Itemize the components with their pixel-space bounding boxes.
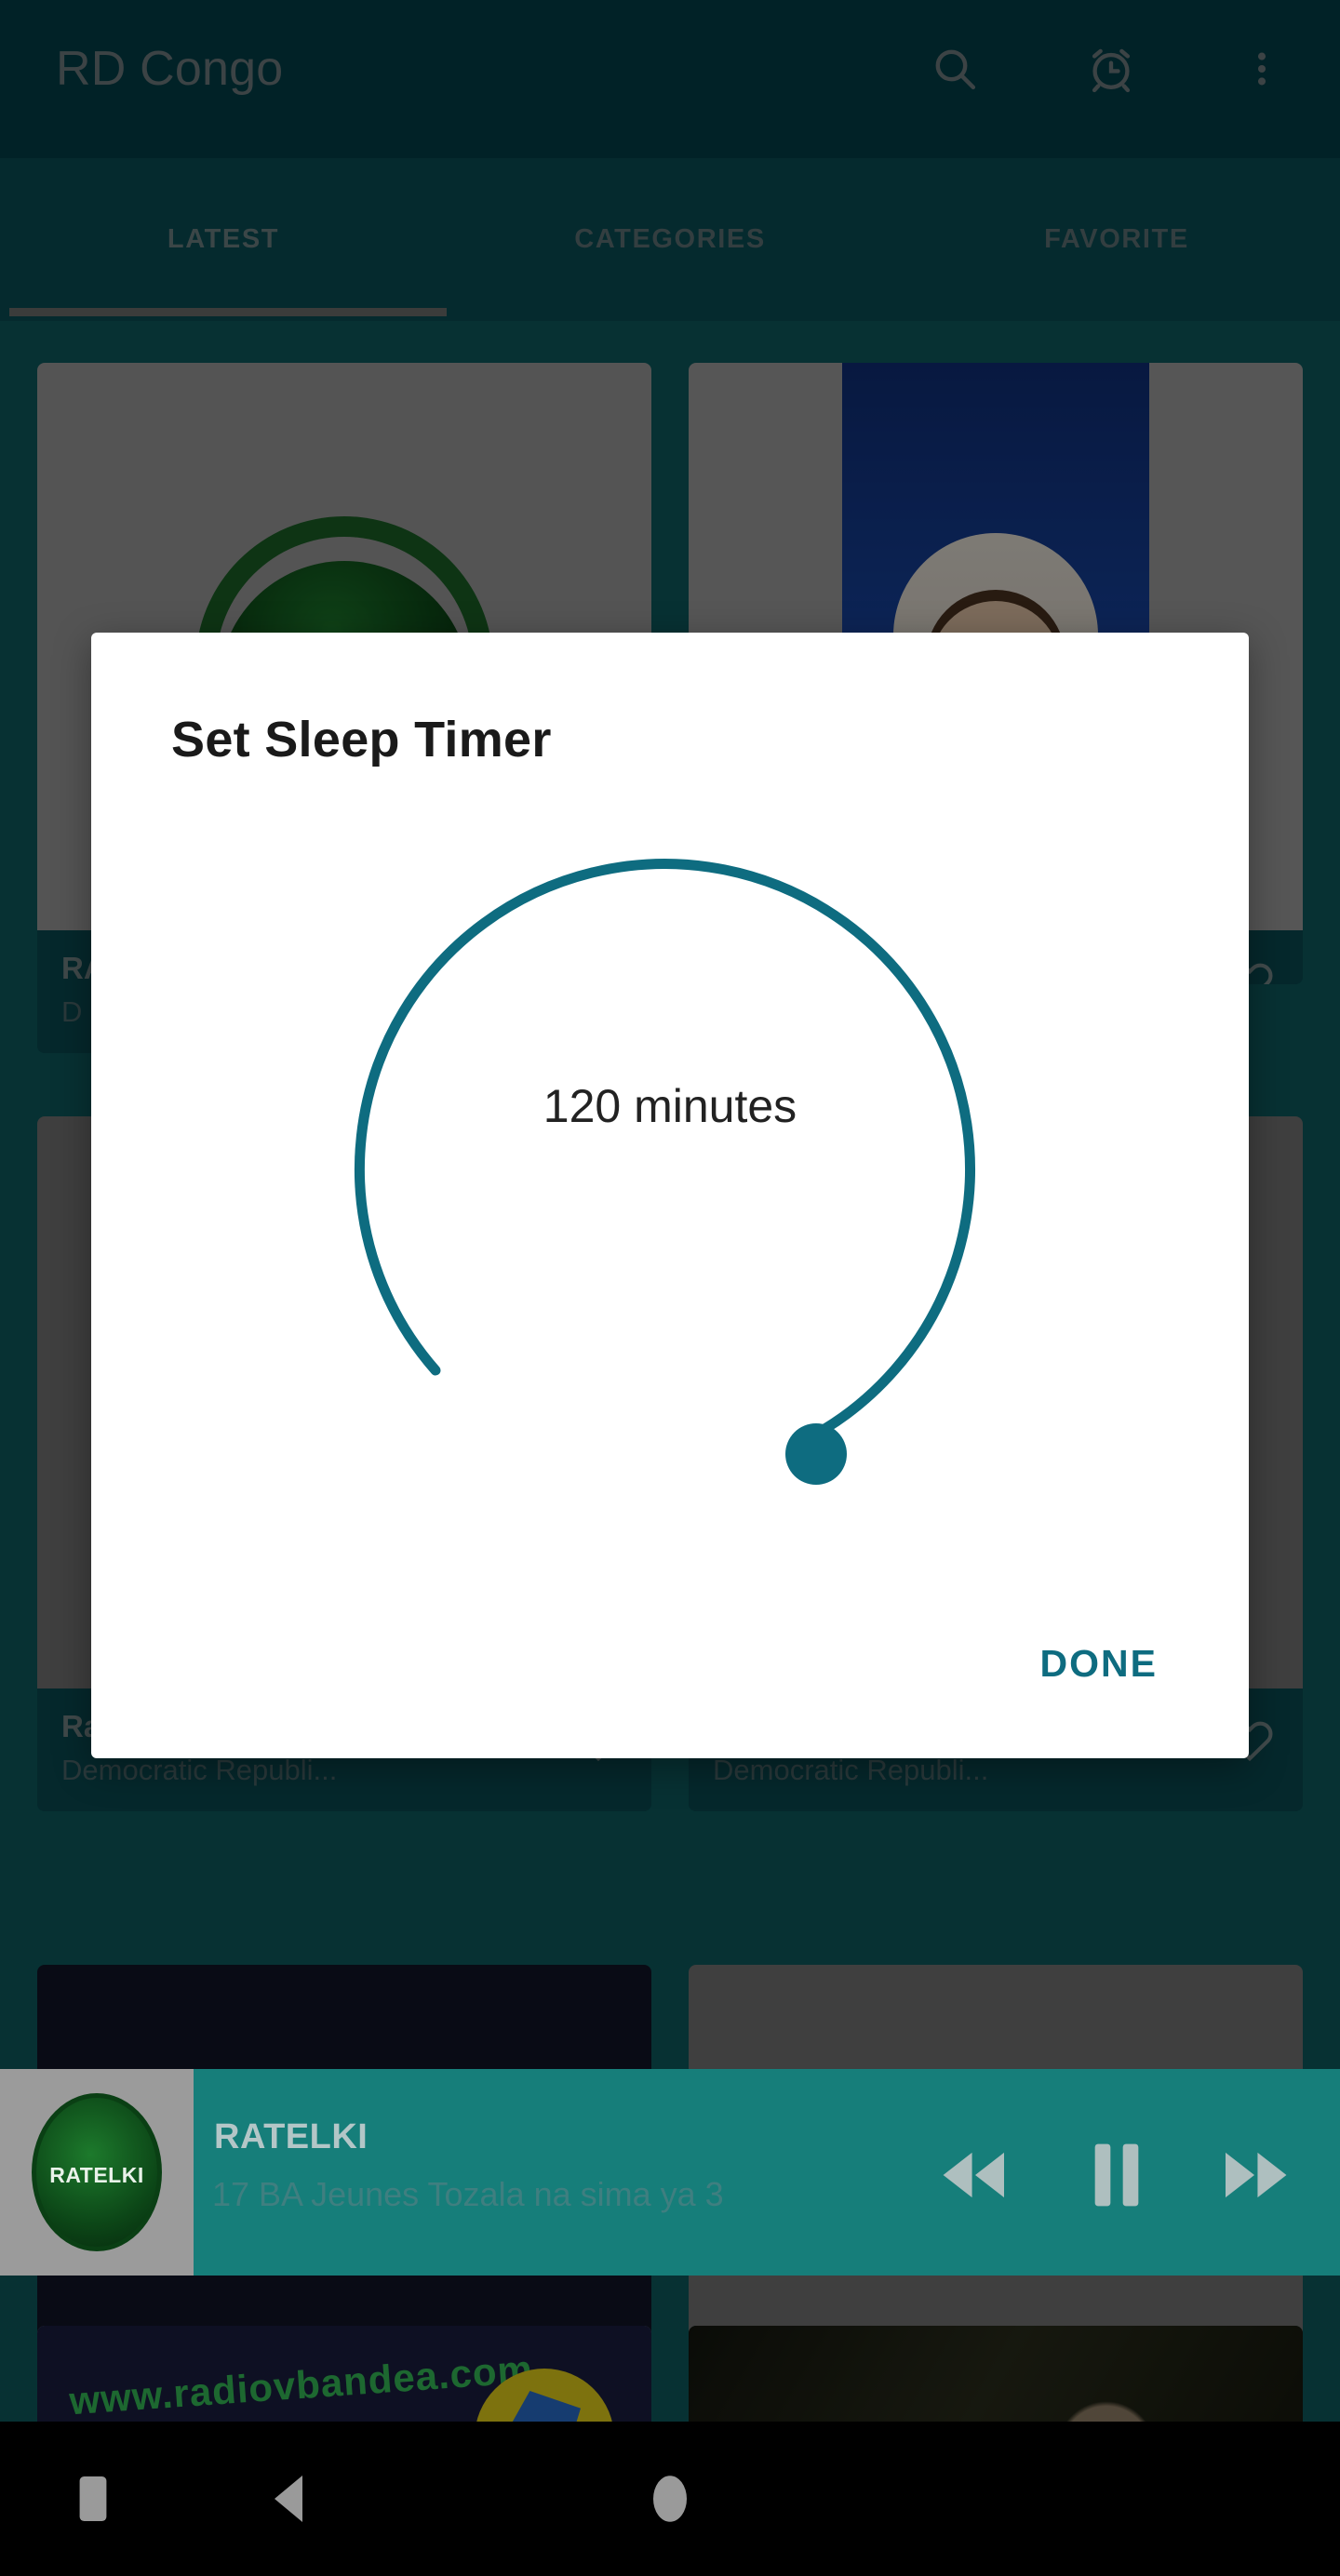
timer-arc [354, 859, 975, 1448]
phone-screen: RD Congo LATEST CATEGORIES FAVORITE RA D… [0, 0, 1340, 2576]
sleep-timer-dialog: Set Sleep Timer 120 minutes DONE [91, 633, 1249, 1758]
timer-value-label: 120 minutes [543, 1080, 797, 1132]
now-playing-artwork: RATELKI [0, 2069, 194, 2276]
now-playing-station: RATELKI [214, 2117, 368, 2156]
done-button[interactable]: DONE [1018, 1625, 1180, 1702]
nav-back-button[interactable] [195, 2422, 382, 2576]
now-playing-track: 17 BA Jeunes Tozala na sima ya 3 [212, 2175, 724, 2213]
timer-thumb[interactable] [785, 1423, 847, 1485]
circular-timer-slider[interactable]: 120 minutes [91, 800, 1249, 1488]
next-button[interactable] [1210, 2130, 1299, 2220]
nav-recents-button[interactable] [0, 2422, 186, 2576]
dialog-actions: DONE [1018, 1625, 1180, 1702]
android-navigation-bar [0, 2422, 1340, 2576]
pause-button[interactable] [1072, 2130, 1161, 2220]
previous-button[interactable] [931, 2130, 1020, 2220]
now-playing-bar[interactable]: RATELKI RATELKI 17 BA Jeunes Tozala na s… [0, 2069, 1340, 2276]
now-playing-artwork-label: RATELKI [49, 2162, 144, 2187]
nav-home-button[interactable] [577, 2422, 763, 2576]
dialog-title: Set Sleep Timer [171, 712, 552, 767]
